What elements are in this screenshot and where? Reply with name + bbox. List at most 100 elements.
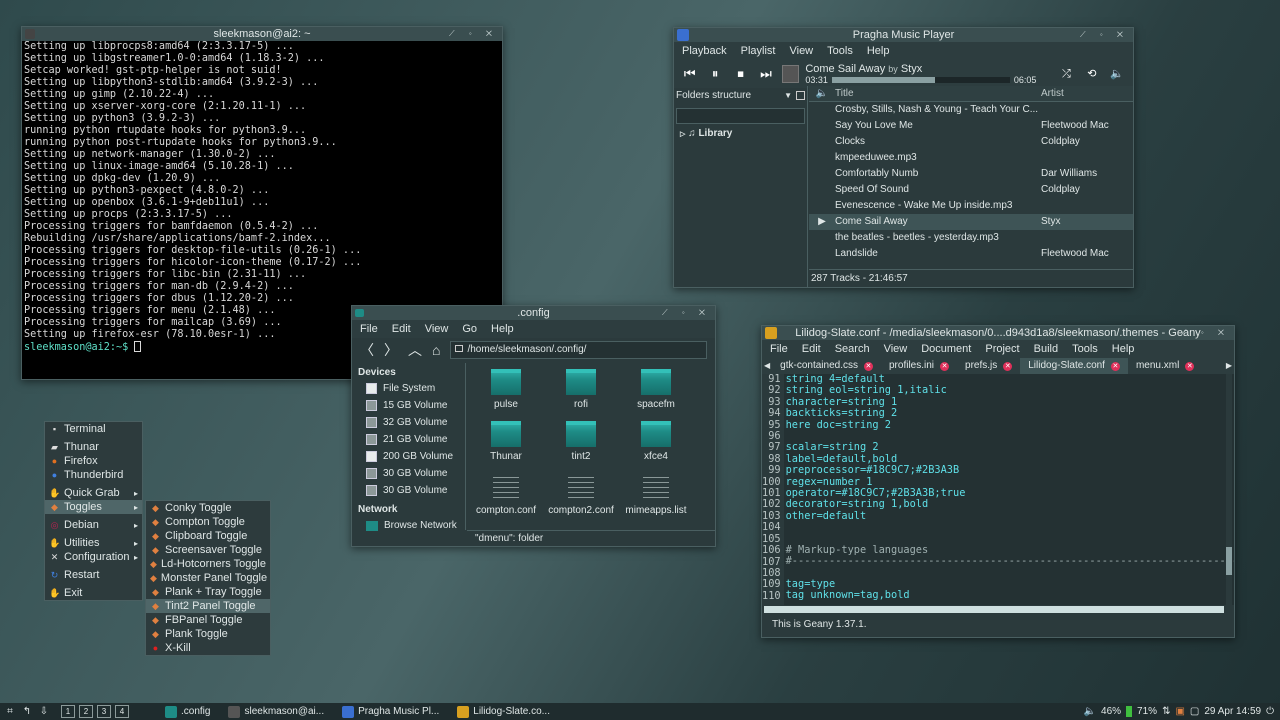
tab-scroll-left-icon[interactable]: ◀ [762, 358, 772, 374]
toggle-menu-item[interactable]: ◆ Conky Toggle [146, 501, 270, 515]
root-menu-item[interactable]: ◎ Debian ▸ [45, 518, 142, 532]
toggle-menu-item[interactable]: ◆ Monster Panel Toggle [146, 571, 270, 585]
folder-item[interactable]: xfce4 [619, 421, 693, 462]
root-menu-item[interactable]: ▪ Terminal [45, 422, 142, 436]
toggle-menu-item[interactable]: ◆ Plank Toggle [146, 627, 270, 641]
folders-search-input[interactable] [676, 108, 805, 124]
expand-icon[interactable]: ▷ [680, 131, 685, 138]
desktop-button[interactable]: 2 [79, 705, 93, 718]
fm-titlebar[interactable]: .config ⟋ ◦ ✕ [352, 306, 715, 320]
battery-icon[interactable] [1126, 706, 1133, 717]
seek-bar[interactable] [831, 77, 1010, 83]
menu-edit[interactable]: Edit [802, 340, 821, 358]
toggle-menu-item[interactable]: ● X-Kill [146, 641, 270, 655]
menu-playback[interactable]: Playback [682, 42, 727, 60]
desktop-button[interactable]: 3 [97, 705, 111, 718]
menu-help[interactable]: Help [491, 320, 514, 338]
title-column-header[interactable]: Title [835, 86, 1041, 101]
menu-file[interactable]: File [360, 320, 378, 338]
code-text[interactable]: string 4=default string eol=string 1,ital… [783, 373, 1234, 605]
window-controls[interactable]: ⟋ ◦ ✕ [662, 306, 711, 320]
close-tab-icon[interactable]: ✕ [1185, 361, 1195, 371]
library-node[interactable]: ▷ ♫ Library [674, 128, 807, 139]
track-row[interactable]: the beatles - beetles - yesterday.mp3 [809, 230, 1133, 246]
folder-item[interactable]: Thunar [469, 421, 543, 462]
repeat-icon[interactable]: ⟲ [1082, 64, 1101, 84]
dropdown-icon[interactable]: ▼ [784, 91, 792, 100]
music-titlebar[interactable]: Pragha Music Player ⟋ ◦ ✕ [674, 28, 1133, 42]
editor-tab[interactable]: gtk-contained.css ✕ [772, 358, 881, 374]
track-row[interactable]: Speed Of Sound Coldplay [809, 182, 1133, 198]
close-tab-icon[interactable]: ✕ [1110, 361, 1120, 371]
toggle-menu-item[interactable]: ◆ Plank + Tray Toggle [146, 585, 270, 599]
home-icon[interactable]: ⌂ [432, 342, 440, 358]
menu-view[interactable]: View [789, 42, 813, 60]
folder-item[interactable]: pulse [469, 369, 543, 410]
track-row[interactable]: Comfortably Numb Dar Williams [809, 166, 1133, 182]
window-controls[interactable]: ⟋ ◦ ✕ [1181, 326, 1230, 340]
root-menu-item[interactable]: ◆ Toggles ▸ [45, 500, 142, 514]
track-row[interactable]: kmpeeduwee.mp3 [809, 150, 1133, 166]
desktop-button[interactable]: 1 [61, 705, 75, 718]
window-controls[interactable]: ⟋ ◦ ✕ [1080, 28, 1129, 42]
root-menu-item[interactable]: ↻ Restart [45, 568, 142, 582]
shuffle-icon[interactable]: ⤮ [1057, 64, 1076, 84]
window-controls[interactable]: ⟋ ◦ ✕ [449, 27, 498, 41]
editor-tab[interactable]: menu.xml ✕ [1128, 358, 1202, 374]
task-button[interactable]: Lilidog-Slate.co... [451, 705, 556, 718]
volume-icon[interactable]: 🔈 [1108, 64, 1127, 84]
editor-tab[interactable]: Lilidog-Slate.conf ✕ [1020, 358, 1128, 374]
menu-document[interactable]: Document [921, 340, 971, 358]
menu-build[interactable]: Build [1034, 340, 1058, 358]
menu-view[interactable]: View [425, 320, 449, 338]
network-tray-icon[interactable]: ⇅ [1162, 706, 1170, 717]
next-icon[interactable]: ⏭ [756, 64, 775, 84]
track-row[interactable]: ▶ Come Sail Away Styx [809, 214, 1133, 230]
close-tab-icon[interactable]: ✕ [940, 361, 950, 371]
previous-icon[interactable]: ⏮ [680, 64, 699, 84]
menu-help[interactable]: Help [1112, 340, 1135, 358]
root-menu-item[interactable]: ▰ Thunar [45, 440, 142, 454]
close-tab-icon[interactable]: ✕ [1003, 361, 1013, 371]
task-button[interactable]: Pragha Music Pl... [336, 705, 445, 718]
menu-go[interactable]: Go [462, 320, 477, 338]
device-item[interactable]: 21 GB Volume [352, 431, 465, 448]
track-row[interactable]: Clocks Coldplay [809, 134, 1133, 150]
file-item[interactable]: compton2.conf [544, 473, 618, 516]
task-button[interactable]: .config [159, 705, 216, 718]
track-row[interactable]: Say You Love Me Fleetwood Mac [809, 118, 1133, 134]
editor-tab[interactable]: prefs.js ✕ [957, 358, 1020, 374]
toggle-menu-item[interactable]: ◆ FBPanel Toggle [146, 613, 270, 627]
root-menu-item[interactable]: ✋ Utilities ▸ [45, 536, 142, 550]
track-row[interactable]: Evenescence - Wake Me Up inside.mp3 [809, 198, 1133, 214]
geany-window[interactable]: Lilidog-Slate.conf - /media/sleekmason/0… [761, 325, 1235, 638]
horizontal-scrollbar[interactable] [764, 606, 1224, 613]
root-menu-item[interactable]: ✕ Configuration ▸ [45, 550, 142, 564]
forward-icon[interactable]: 〉 [384, 340, 398, 360]
playlist[interactable]: 🔈 Title Artist Crosby, Stills, Nash & Yo… [809, 86, 1133, 269]
folder-item[interactable]: spacefm [619, 369, 693, 410]
geany-titlebar[interactable]: Lilidog-Slate.conf - /media/sleekmason/0… [762, 326, 1234, 340]
terminal-titlebar[interactable]: sleekmason@ai2: ~ ⟋ ◦ ✕ [22, 27, 502, 41]
volume-tray-icon[interactable]: 🔈 [1084, 706, 1096, 717]
menu-view[interactable]: View [884, 340, 908, 358]
device-item[interactable]: File System [352, 380, 465, 397]
up-icon[interactable]: ︿ [408, 340, 422, 360]
lock-icon[interactable]: ▣ [1175, 706, 1184, 717]
desktop-button[interactable]: 4 [115, 705, 129, 718]
menu-help[interactable]: Help [867, 42, 890, 60]
toggle-menu-item[interactable]: ◆ Screensaver Toggle [146, 543, 270, 557]
menu-project[interactable]: Project [985, 340, 1019, 358]
file-item[interactable]: compton.conf [469, 473, 543, 516]
device-item[interactable]: 30 GB Volume [352, 482, 465, 499]
folder-item[interactable]: tint2 [544, 421, 618, 462]
toggle-menu-item[interactable]: ◆ Clipboard Toggle [146, 529, 270, 543]
file-item[interactable]: mimeapps.list [619, 473, 693, 516]
toggle-menu-item[interactable]: ◆ Tint2 Panel Toggle [146, 599, 270, 613]
device-item[interactable]: 200 GB Volume [352, 448, 465, 465]
folders-header[interactable]: Folders structure ▼ [674, 86, 807, 104]
menu-icon[interactable]: ⌗ [3, 706, 17, 717]
pause-icon[interactable]: ⏸ [705, 64, 724, 84]
menu-search[interactable]: Search [835, 340, 870, 358]
menu-edit[interactable]: Edit [392, 320, 411, 338]
